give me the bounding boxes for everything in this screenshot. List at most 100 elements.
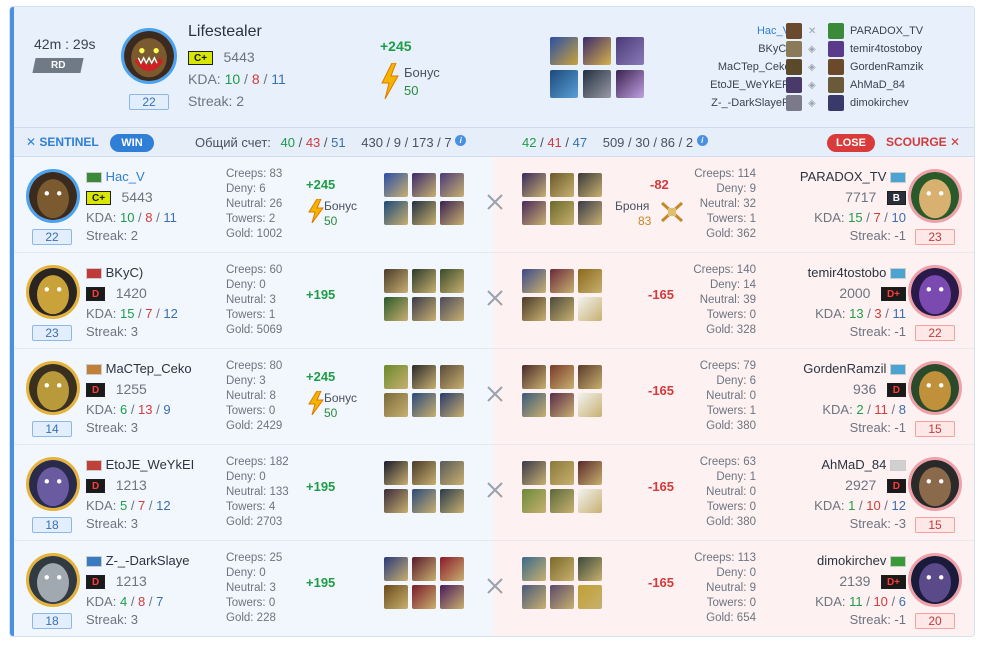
item-icon[interactable] bbox=[522, 557, 546, 581]
item-icon[interactable] bbox=[440, 393, 464, 417]
hero-portrait[interactable] bbox=[26, 553, 80, 607]
player-name[interactable]: AhMaD_84 bbox=[780, 457, 906, 472]
player-link[interactable]: dimokirchev bbox=[850, 94, 909, 112]
item-icon[interactable] bbox=[384, 201, 408, 225]
info-icon[interactable]: i bbox=[455, 135, 467, 146]
item-icon[interactable] bbox=[440, 557, 464, 581]
player-link[interactable]: PARADOX_TV bbox=[850, 22, 923, 40]
item-icon[interactable] bbox=[522, 365, 546, 389]
item-icon[interactable] bbox=[440, 173, 464, 197]
item-icon[interactable] bbox=[384, 461, 408, 485]
item-icon[interactable] bbox=[578, 201, 602, 225]
item-icon[interactable] bbox=[522, 269, 546, 293]
item-icon[interactable] bbox=[550, 297, 574, 321]
player-link[interactable]: temir4tostoboy bbox=[850, 40, 922, 58]
item-icon[interactable] bbox=[384, 557, 408, 581]
hero-level: 20 bbox=[915, 613, 955, 629]
player-name[interactable]: dimokirchev bbox=[780, 553, 906, 568]
hero-portrait[interactable] bbox=[26, 169, 80, 223]
info-icon[interactable]: i bbox=[696, 135, 708, 146]
hero-portrait[interactable] bbox=[908, 169, 962, 223]
item-icon[interactable] bbox=[440, 201, 464, 225]
player-name[interactable]: Z-_-DarkSlaye bbox=[86, 553, 212, 568]
item-icon[interactable] bbox=[412, 489, 436, 513]
item-icon[interactable] bbox=[550, 489, 574, 513]
player-link[interactable]: AhMaD_84 bbox=[850, 76, 905, 94]
item-icon[interactable] bbox=[384, 365, 408, 389]
player-name[interactable]: GordenRamzil bbox=[780, 361, 906, 376]
hero-portrait[interactable] bbox=[908, 361, 962, 415]
item-icon[interactable] bbox=[578, 365, 602, 389]
hero-portrait[interactable] bbox=[121, 28, 177, 84]
item-icon[interactable] bbox=[440, 365, 464, 389]
kda: KDA: 1 / 10 / 12 bbox=[814, 498, 906, 513]
hero-portrait[interactable] bbox=[908, 265, 962, 319]
player-link[interactable]: MaCTep_Cekc bbox=[718, 58, 790, 76]
item-icon[interactable] bbox=[522, 201, 546, 225]
item-icon[interactable] bbox=[578, 489, 602, 513]
item-icon[interactable] bbox=[578, 461, 602, 485]
item-icon[interactable] bbox=[440, 585, 464, 609]
player-name[interactable]: EtoJE_WeYkEI bbox=[86, 457, 212, 472]
item-icon[interactable] bbox=[583, 70, 611, 98]
item-icon[interactable] bbox=[550, 173, 574, 197]
player-name[interactable]: PARADOX_TV bbox=[780, 169, 906, 184]
item-icon[interactable] bbox=[522, 393, 546, 417]
shield-icon: ◈ bbox=[808, 80, 816, 91]
item-icon[interactable] bbox=[384, 173, 408, 197]
item-icon[interactable] bbox=[578, 585, 602, 609]
item-icon[interactable] bbox=[384, 297, 408, 321]
item-icon[interactable] bbox=[550, 269, 574, 293]
item-icon[interactable] bbox=[550, 201, 574, 225]
item-icon[interactable] bbox=[583, 37, 611, 65]
item-icon[interactable] bbox=[440, 297, 464, 321]
player-link[interactable]: EtoJE_WeYkER bbox=[710, 76, 790, 94]
player-link[interactable]: Z-_-DarkSlayeR bbox=[711, 94, 790, 112]
item-icon[interactable] bbox=[440, 461, 464, 485]
item-icon[interactable] bbox=[412, 201, 436, 225]
item-icon[interactable] bbox=[412, 297, 436, 321]
player-name[interactable]: temir4tostobo bbox=[780, 265, 906, 280]
item-icon[interactable] bbox=[412, 173, 436, 197]
item-icon[interactable] bbox=[550, 461, 574, 485]
player-link[interactable]: GordenRamzik bbox=[850, 58, 923, 76]
item-icon[interactable] bbox=[578, 297, 602, 321]
item-icon[interactable] bbox=[616, 37, 644, 65]
item-icon[interactable] bbox=[440, 269, 464, 293]
hero-portrait[interactable] bbox=[908, 457, 962, 511]
hero-portrait[interactable] bbox=[908, 553, 962, 607]
item-icon[interactable] bbox=[412, 365, 436, 389]
item-icon[interactable] bbox=[412, 461, 436, 485]
item-icon[interactable] bbox=[550, 557, 574, 581]
item-icon[interactable] bbox=[522, 489, 546, 513]
item-icon[interactable] bbox=[440, 489, 464, 513]
item-icon[interactable] bbox=[578, 173, 602, 197]
item-icon[interactable] bbox=[384, 269, 408, 293]
item-icon[interactable] bbox=[412, 585, 436, 609]
item-icon[interactable] bbox=[550, 70, 578, 98]
hero-portrait[interactable] bbox=[26, 265, 80, 319]
hero-portrait[interactable] bbox=[26, 361, 80, 415]
item-icon[interactable] bbox=[522, 461, 546, 485]
item-icon[interactable] bbox=[550, 365, 574, 389]
item-icon[interactable] bbox=[384, 489, 408, 513]
item-icon[interactable] bbox=[412, 393, 436, 417]
item-icon[interactable] bbox=[522, 297, 546, 321]
item-icon[interactable] bbox=[578, 269, 602, 293]
item-icon[interactable] bbox=[522, 173, 546, 197]
item-icon[interactable] bbox=[550, 585, 574, 609]
item-icon[interactable] bbox=[412, 557, 436, 581]
item-icon[interactable] bbox=[384, 393, 408, 417]
item-icon[interactable] bbox=[616, 70, 644, 98]
item-icon[interactable] bbox=[522, 585, 546, 609]
item-icon[interactable] bbox=[550, 37, 578, 65]
item-icon[interactable] bbox=[412, 269, 436, 293]
player-name[interactable]: MaCTep_Ceko bbox=[86, 361, 212, 376]
item-icon[interactable] bbox=[550, 393, 574, 417]
player-name[interactable]: Hac_V bbox=[86, 169, 212, 184]
item-icon[interactable] bbox=[578, 393, 602, 417]
item-icon[interactable] bbox=[384, 585, 408, 609]
player-name[interactable]: BKyC) bbox=[86, 265, 212, 280]
hero-portrait[interactable] bbox=[26, 457, 80, 511]
item-icon[interactable] bbox=[578, 557, 602, 581]
